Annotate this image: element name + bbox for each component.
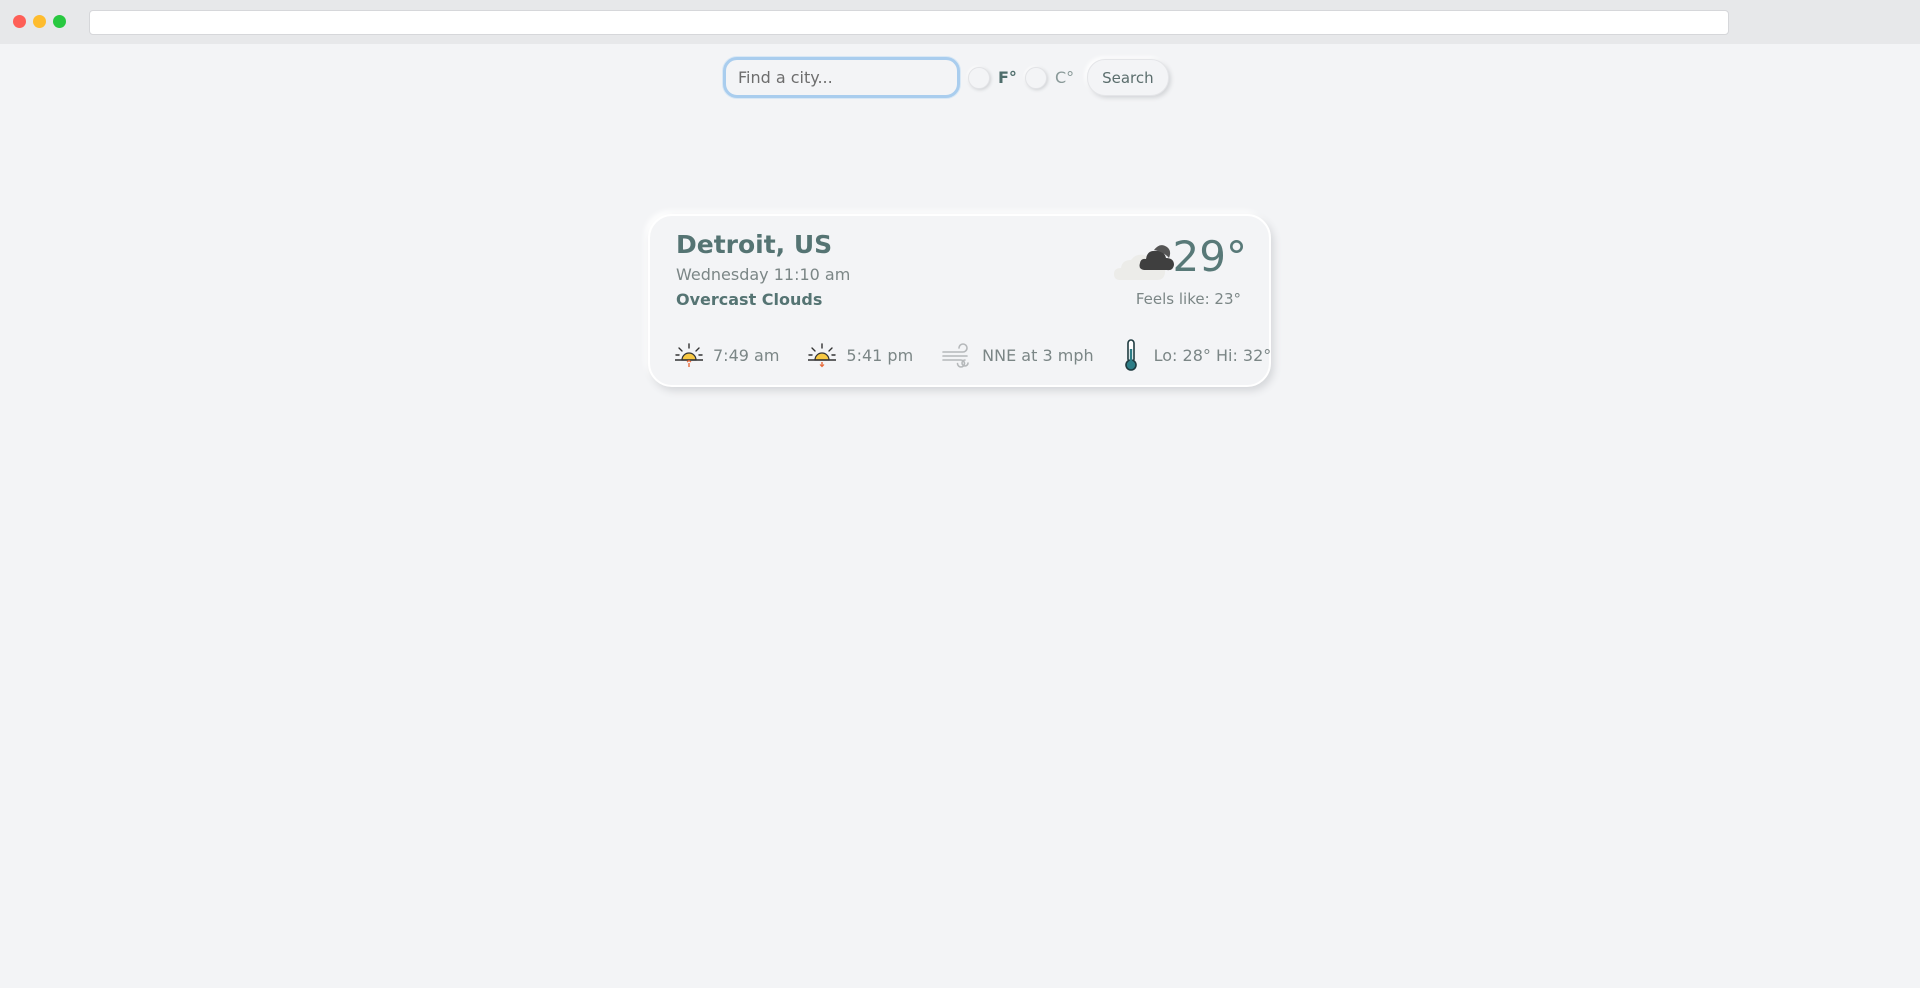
sunset-icon xyxy=(808,343,837,368)
browser-chrome xyxy=(0,0,1920,44)
local-datetime: Wednesday 11:10 am xyxy=(676,265,851,284)
weather-details-row: 7:49 am 5:41 pm NNE at 3 mph Lo: 28° Hi:… xyxy=(674,338,1271,372)
sunrise-stat: 7:49 am xyxy=(674,342,779,368)
lo-hi-temperature: Lo: 28° Hi: 32° xyxy=(1153,345,1272,365)
weather-description: Overcast Clouds xyxy=(676,290,823,309)
city-name: Detroit, US xyxy=(676,230,833,259)
feels-like-temperature: Feels like: 23° xyxy=(1135,290,1241,308)
lo-hi-stat: Lo: 28° Hi: 32° xyxy=(1124,339,1272,371)
search-button[interactable]: Search xyxy=(1087,59,1169,96)
sunset-time: 5:41 pm xyxy=(846,345,914,365)
sunrise-icon xyxy=(675,343,703,367)
current-temperature: 29° xyxy=(1172,232,1247,281)
sunrise-time: 7:49 am xyxy=(713,345,780,365)
wind-icon xyxy=(942,343,969,368)
wind-stat: NNE at 3 mph xyxy=(941,342,1094,368)
city-search-input[interactable] xyxy=(723,57,960,98)
close-window-button[interactable] xyxy=(13,15,26,28)
wind-speed-direction: NNE at 3 mph xyxy=(982,345,1094,365)
weather-card: Detroit, US Wednesday 11:10 am Overcast … xyxy=(648,214,1271,387)
overcast-clouds-icon xyxy=(1114,245,1174,280)
fahrenheit-label[interactable]: F° xyxy=(998,68,1017,87)
fahrenheit-radio[interactable] xyxy=(968,66,990,89)
maximize-window-button[interactable] xyxy=(53,15,66,28)
address-bar[interactable] xyxy=(89,10,1729,35)
sunset-stat: 5:41 pm xyxy=(807,342,913,368)
celsius-label[interactable]: C° xyxy=(1055,68,1074,87)
celsius-radio[interactable] xyxy=(1024,66,1047,89)
thermometer-icon xyxy=(1124,339,1137,371)
minimize-window-button[interactable] xyxy=(33,15,46,28)
search-bar: F° C° Search xyxy=(723,57,1169,98)
